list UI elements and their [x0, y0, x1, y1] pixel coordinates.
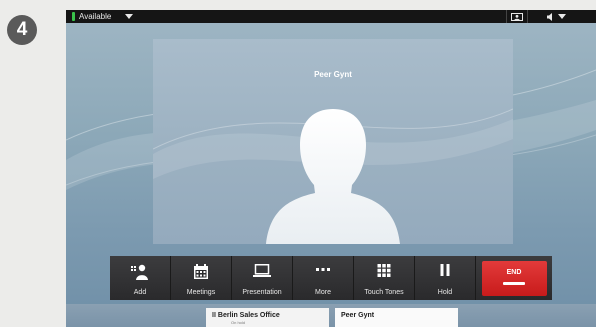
more-label: More: [315, 289, 331, 296]
pause-icon: [440, 264, 450, 276]
end-call-button[interactable]: END: [481, 260, 547, 296]
end-call-container: END: [476, 256, 552, 300]
add-participant-icon: [131, 264, 148, 280]
participant-avatar-icon: [266, 109, 400, 244]
add-label: Add: [133, 289, 147, 296]
touch-tones-button[interactable]: Touch Tones: [354, 256, 415, 300]
laptop-icon: [253, 264, 271, 277]
more-button[interactable]: More: [293, 256, 354, 300]
active-call-card[interactable]: Peer Gynt: [335, 308, 458, 327]
presentation-label: Presentation: [242, 289, 282, 296]
meetings-label: Meetings: [186, 289, 216, 296]
hold-button[interactable]: Hold: [415, 256, 476, 300]
meetings-button[interactable]: Meetings: [171, 256, 232, 300]
keypad-icon: [377, 264, 391, 277]
held-call-name: Berlin Sales Office: [217, 312, 280, 319]
call-toolbar: Add Meetings Presentation More Touch Ton…: [110, 256, 552, 300]
active-calls-bar: II Berlin Sales Office On hold Peer Gynt: [66, 304, 596, 327]
remote-video-panel: Peer Gynt: [153, 39, 513, 244]
status-bar: Available: [66, 10, 596, 23]
held-call-title: II Berlin Sales Office: [212, 312, 280, 319]
speaker-icon: [547, 12, 552, 21]
end-call-icon: [503, 281, 525, 285]
tutorial-frame: 4 Available Peer Gynt Add Meetings Prese…: [0, 0, 596, 327]
hold-label: Hold: [437, 289, 453, 296]
active-call-name: Peer Gynt: [341, 312, 375, 319]
touch-tones-label: Touch Tones: [364, 289, 404, 296]
calendar-icon: [194, 264, 208, 279]
availability-status[interactable]: Available: [79, 12, 111, 21]
add-button[interactable]: Add: [110, 256, 171, 300]
pause-icon: II: [212, 312, 216, 319]
availability-dropdown-icon[interactable]: [125, 14, 134, 19]
availability-indicator-icon: [72, 12, 75, 21]
selfview-button[interactable]: [506, 10, 528, 23]
volume-dropdown-icon: [558, 14, 566, 19]
end-call-label: END: [506, 268, 522, 276]
participant-name: Peer Gynt: [314, 70, 352, 79]
presentation-button[interactable]: Presentation: [232, 256, 293, 300]
ellipsis-icon: [316, 268, 330, 271]
step-number-badge: 4: [7, 15, 37, 45]
held-call-card[interactable]: II Berlin Sales Office On hold: [206, 308, 329, 327]
video-call-screen: Available Peer Gynt Add Meetings Present…: [66, 10, 596, 327]
volume-control[interactable]: [547, 10, 566, 23]
held-call-status: On hold: [231, 320, 246, 325]
selfview-icon: [511, 12, 523, 21]
